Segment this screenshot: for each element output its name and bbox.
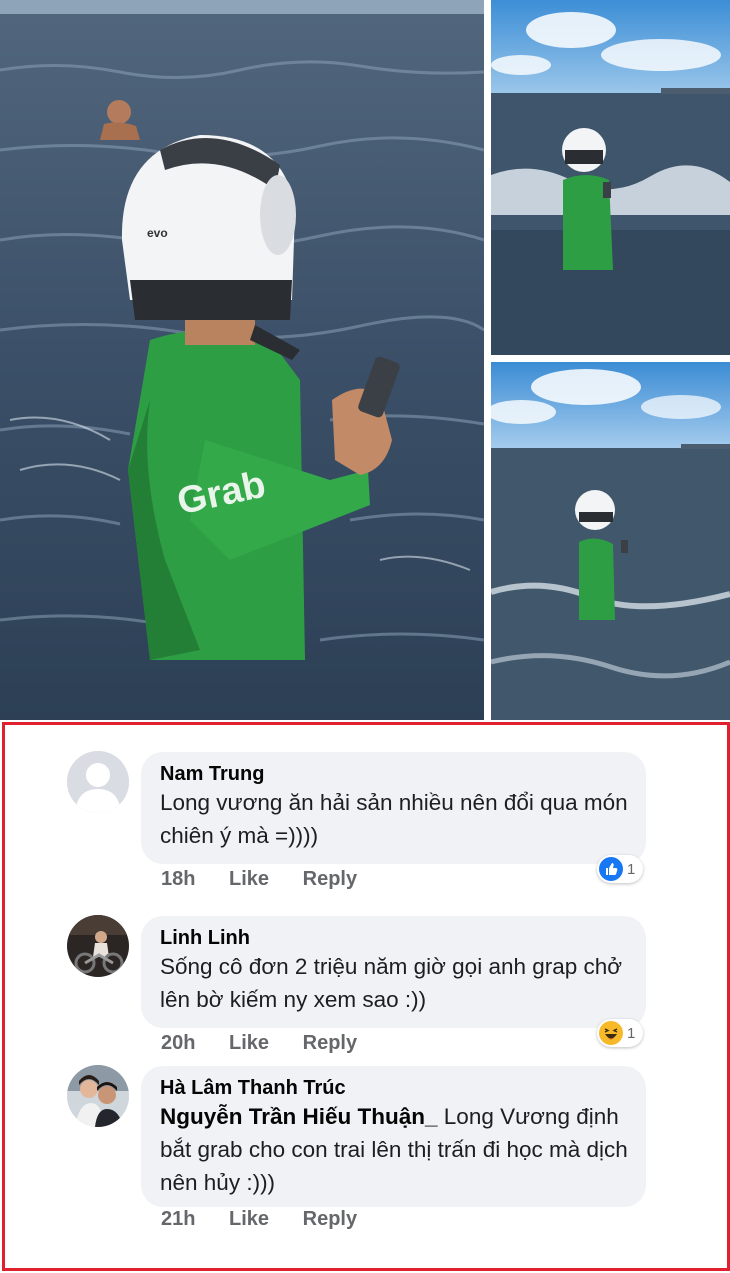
comment-text: Nguyễn Trần Hiếu Thuận_ Long Vương định … bbox=[160, 1100, 628, 1199]
photo-collage: Grab evo bbox=[0, 0, 730, 722]
reaction-count[interactable]: 1 bbox=[597, 1019, 644, 1047]
comment-actions: 20h Like Reply bbox=[161, 1032, 385, 1055]
photo-main-man-in-sea[interactable]: Grab evo bbox=[0, 0, 484, 720]
comment-actions: 21h Like Reply bbox=[161, 1208, 385, 1231]
reaction-number: 1 bbox=[627, 860, 636, 878]
comment-time[interactable]: 20h bbox=[161, 1032, 195, 1054]
comment-author[interactable]: Hà Lâm Thanh Trúc bbox=[160, 1076, 628, 1100]
comment-text: Long vương ăn hải sản nhiều nên đổi qua … bbox=[160, 790, 628, 848]
photo-top-right[interactable] bbox=[491, 0, 730, 355]
reply-button[interactable]: Reply bbox=[303, 868, 357, 890]
avatar-ha-lam-thanh-truc[interactable] bbox=[67, 1065, 129, 1127]
reply-button[interactable]: Reply bbox=[303, 1208, 357, 1230]
reaction-count[interactable]: 1 bbox=[597, 855, 644, 883]
like-button[interactable]: Like bbox=[229, 868, 269, 890]
comment-item: Linh Linh Sống cô đơn 2 triệu năm giờ gọ… bbox=[67, 912, 707, 1062]
photo-bottom-right[interactable] bbox=[491, 362, 730, 720]
comment-bubble: Nam Trung Long vương ăn hải sản nhiều nê… bbox=[141, 752, 646, 864]
comment-author[interactable]: Nam Trung bbox=[160, 762, 628, 786]
like-button[interactable]: Like bbox=[229, 1208, 269, 1230]
comment-bubble: Hà Lâm Thanh Trúc Nguyễn Trần Hiếu Thuận… bbox=[141, 1066, 646, 1207]
reaction-number: 1 bbox=[627, 1024, 636, 1042]
comment-actions: 18h Like Reply bbox=[161, 868, 385, 891]
comment-time[interactable]: 21h bbox=[161, 1208, 195, 1230]
avatar-linh-linh[interactable] bbox=[67, 915, 129, 977]
comments-panel: Nam Trung Long vương ăn hải sản nhiều nê… bbox=[2, 722, 730, 1271]
comment-item: Nam Trung Long vương ăn hải sản nhiều nê… bbox=[67, 748, 707, 898]
reply-button[interactable]: Reply bbox=[303, 1032, 357, 1054]
like-button[interactable]: Like bbox=[229, 1032, 269, 1054]
comment-time[interactable]: 18h bbox=[161, 868, 195, 890]
like-reaction-icon bbox=[599, 857, 623, 881]
svg-text:evo: evo bbox=[147, 226, 168, 240]
haha-reaction-icon bbox=[599, 1021, 623, 1045]
comment-bubble: Linh Linh Sống cô đơn 2 triệu năm giờ gọ… bbox=[141, 916, 646, 1028]
mention-link[interactable]: Nguyễn Trần Hiếu Thuận_ bbox=[160, 1104, 438, 1129]
avatar-default[interactable] bbox=[67, 751, 129, 813]
comment-author[interactable]: Linh Linh bbox=[160, 926, 628, 950]
comment-text: Sống cô đơn 2 triệu năm giờ gọi anh grap… bbox=[160, 954, 623, 1012]
comment-item: Hà Lâm Thanh Trúc Nguyễn Trần Hiếu Thuận… bbox=[67, 1062, 707, 1252]
